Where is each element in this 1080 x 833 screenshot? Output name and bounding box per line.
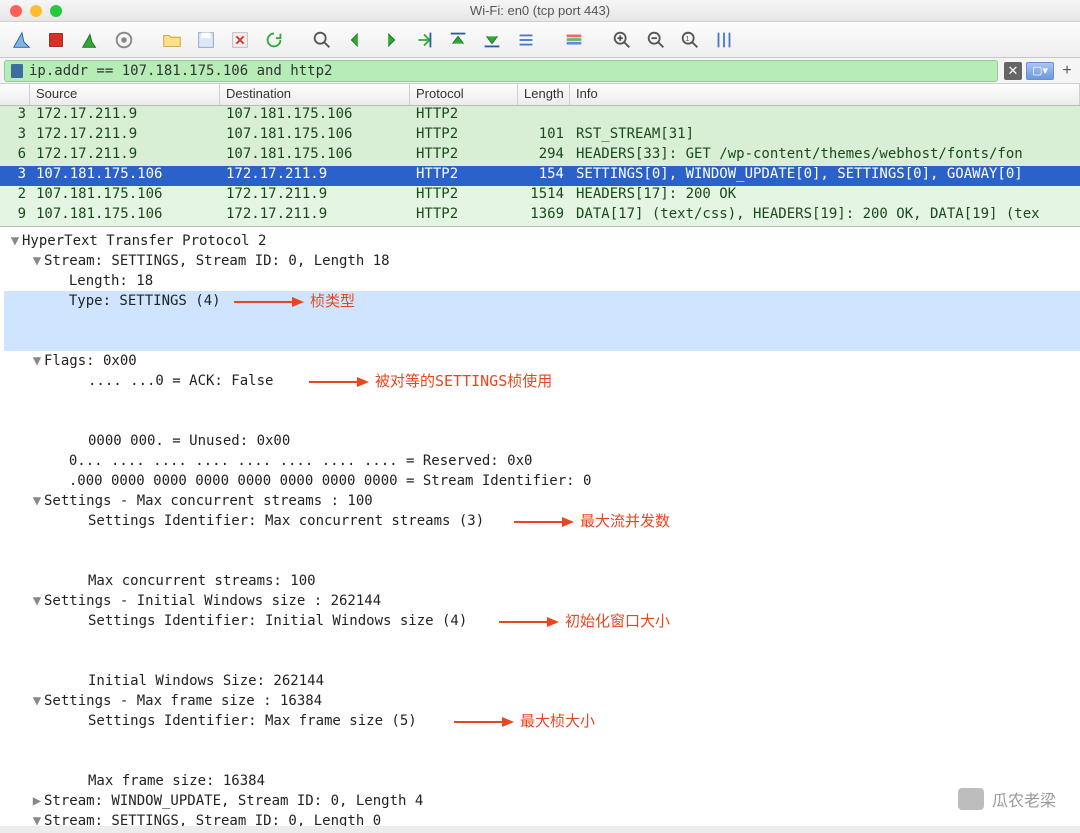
tree-stream-id[interactable]: .000 0000 0000 0000 0000 0000 0000 0000 … [4, 471, 1080, 491]
options-icon[interactable] [110, 26, 138, 54]
auto-scroll-icon[interactable] [512, 26, 540, 54]
display-filter-input[interactable]: ip.addr == 107.181.175.106 and http2 [4, 60, 998, 82]
annotation-frame-size: 最大桢大小 [454, 711, 595, 731]
col-protocol[interactable]: Protocol [410, 84, 518, 105]
annotation-max-concurrent: 最大流并发数 [514, 511, 670, 531]
disclosure-triangle-icon[interactable]: ▼ [8, 231, 22, 251]
col-destination[interactable]: Destination [220, 84, 410, 105]
clear-filter-icon[interactable]: ✕ [1004, 62, 1022, 80]
titlebar: Wi-Fi: en0 (tcp port 443) [0, 0, 1080, 22]
zoom-out-icon[interactable] [642, 26, 670, 54]
tree-flags[interactable]: ▼Flags: 0x00 [4, 351, 1080, 371]
close-file-icon[interactable] [226, 26, 254, 54]
window-title: Wi-Fi: en0 (tcp port 443) [0, 3, 1080, 18]
tree-max-concurrent[interactable]: ▼Settings - Max concurrent streams : 100 [4, 491, 1080, 511]
apply-filter-button[interactable]: ▢▾ [1026, 62, 1054, 80]
tree-window-update[interactable]: ▶Stream: WINDOW_UPDATE, Stream ID: 0, Le… [4, 791, 1080, 811]
display-filter-text: ip.addr == 107.181.175.106 and http2 [29, 63, 991, 79]
find-icon[interactable] [308, 26, 336, 54]
annotation-frame-type: 桢类型 [234, 291, 355, 311]
disclosure-triangle-icon[interactable]: ▼ [30, 251, 44, 271]
tree-window-size[interactable]: ▼Settings - Initial Windows size : 26214… [4, 591, 1080, 611]
tree-frame-size[interactable]: ▼Settings - Max frame size : 16384 [4, 691, 1080, 711]
go-to-packet-icon[interactable] [410, 26, 438, 54]
chat-bubble-icon [958, 788, 984, 810]
zoom-in-icon[interactable] [608, 26, 636, 54]
disclosure-triangle-icon[interactable]: ▼ [30, 691, 44, 711]
bookmark-icon[interactable] [11, 64, 23, 78]
open-file-icon[interactable] [158, 26, 186, 54]
disclosure-triangle-icon[interactable]: ▼ [30, 491, 44, 511]
annotation-ack-false: 被对等的SETTINGS桢使用 [309, 371, 552, 391]
packet-row[interactable]: 3172.17.211.9107.181.175.106HTTP2 [0, 106, 1080, 126]
tree-type-settings[interactable]: Type: SETTINGS (4) 桢类型 [4, 291, 1080, 351]
packet-row[interactable]: 2107.181.175.106172.17.211.9HTTP21514HEA… [0, 186, 1080, 206]
tree-max-concurrent-id[interactable]: Settings Identifier: Max concurrent stre… [4, 511, 1080, 571]
col-length[interactable]: Length [518, 84, 570, 105]
tree-unused[interactable]: 0000 000. = Unused: 0x00 [4, 431, 1080, 451]
packet-details-pane[interactable]: ▼HyperText Transfer Protocol 2 ▼Stream: … [0, 226, 1080, 826]
zoom-reset-icon[interactable]: 1 [676, 26, 704, 54]
packet-row[interactable]: 9107.181.175.106172.17.211.9HTTP21369DAT… [0, 206, 1080, 226]
col-source[interactable]: Source [30, 84, 220, 105]
stop-capture-icon[interactable] [42, 26, 70, 54]
add-filter-button[interactable]: + [1058, 62, 1076, 80]
display-filter-bar: ip.addr == 107.181.175.106 and http2 ✕ ▢… [0, 58, 1080, 84]
annotation-window-size: 初始化窗口大小 [499, 611, 670, 631]
packet-list[interactable]: 3172.17.211.9107.181.175.106HTTP23172.17… [0, 106, 1080, 226]
packet-row[interactable]: 3172.17.211.9107.181.175.106HTTP2101RST_… [0, 126, 1080, 146]
main-toolbar: 1 [0, 22, 1080, 58]
go-forward-icon[interactable] [376, 26, 404, 54]
watermark-text: 瓜农老梁 [992, 787, 1056, 811]
packet-row[interactable]: 6172.17.211.9107.181.175.106HTTP2294HEAD… [0, 146, 1080, 166]
go-first-icon[interactable] [444, 26, 472, 54]
col-info[interactable]: Info [570, 84, 1080, 105]
disclosure-triangle-icon[interactable]: ▼ [30, 591, 44, 611]
svg-text:1: 1 [685, 33, 689, 42]
tree-frame-size-id[interactable]: Settings Identifier: Max frame size (5) … [4, 711, 1080, 771]
tree-root[interactable]: ▼HyperText Transfer Protocol 2 [4, 231, 1080, 251]
shark-fin-icon[interactable] [8, 26, 36, 54]
watermark: 瓜农老梁 [958, 787, 1056, 811]
tree-window-size-id[interactable]: Settings Identifier: Initial Windows siz… [4, 611, 1080, 671]
tree-reserved[interactable]: 0... .... .... .... .... .... .... .... … [4, 451, 1080, 471]
tree-settings-2[interactable]: ▼Stream: SETTINGS, Stream ID: 0, Length … [4, 811, 1080, 826]
tree-ack-false[interactable]: .... ...0 = ACK: False 被对等的SETTINGS桢使用 [4, 371, 1080, 431]
go-last-icon[interactable] [478, 26, 506, 54]
tree-window-size-val[interactable]: Initial Windows Size: 262144 [4, 671, 1080, 691]
restart-capture-icon[interactable] [76, 26, 104, 54]
tree-max-concurrent-val[interactable]: Max concurrent streams: 100 [4, 571, 1080, 591]
tree-stream-settings[interactable]: ▼Stream: SETTINGS, Stream ID: 0, Length … [4, 251, 1080, 271]
disclosure-triangle-icon[interactable]: ▶ [30, 791, 44, 811]
tree-frame-size-val[interactable]: Max frame size: 16384 [4, 771, 1080, 791]
disclosure-triangle-icon[interactable]: ▼ [30, 351, 44, 371]
col-number[interactable] [0, 84, 30, 105]
save-file-icon[interactable] [192, 26, 220, 54]
resize-columns-icon[interactable] [710, 26, 738, 54]
packet-list-header: Source Destination Protocol Length Info [0, 84, 1080, 106]
tree-length[interactable]: Length: 18 [4, 271, 1080, 291]
disclosure-triangle-icon[interactable]: ▼ [30, 811, 44, 826]
colorize-icon[interactable] [560, 26, 588, 54]
reload-icon[interactable] [260, 26, 288, 54]
packet-row[interactable]: 3107.181.175.106172.17.211.9HTTP2154SETT… [0, 166, 1080, 186]
go-back-icon[interactable] [342, 26, 370, 54]
